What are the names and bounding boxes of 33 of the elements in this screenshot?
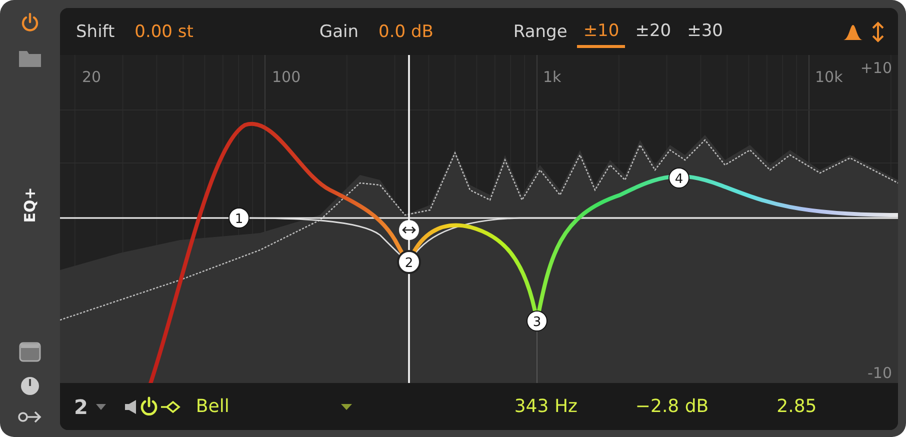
q-value[interactable]: 2.85 xyxy=(776,396,817,417)
band-node[interactable]: 4 xyxy=(668,168,690,188)
gain-label: Gain xyxy=(319,22,359,42)
caret-icon[interactable] xyxy=(96,402,106,410)
filter-type[interactable]: Bell xyxy=(196,396,230,417)
frequency-value[interactable]: 343 Hz xyxy=(514,396,578,417)
knob-icon[interactable] xyxy=(20,376,40,396)
range-tab[interactable]: ±10 xyxy=(577,15,626,48)
horizontal-arrows-icon[interactable] xyxy=(399,220,419,240)
range-tab[interactable]: ±20 xyxy=(629,15,678,48)
frequency-label: 1k xyxy=(543,68,562,86)
dropdown-caret-icon[interactable] xyxy=(341,402,352,410)
gain-value[interactable]: −2.8 dB xyxy=(635,396,709,417)
frequency-label: 10k xyxy=(815,68,843,86)
band-node[interactable]: 1 xyxy=(228,208,250,228)
device-name: EQ+ xyxy=(21,187,39,223)
decibel-label: +10 xyxy=(860,59,892,77)
band-number[interactable]: 2 xyxy=(74,394,88,418)
gain-value[interactable]: 0.0 dB xyxy=(378,22,434,42)
shift-value[interactable]: 0.00 st xyxy=(134,22,194,42)
up-down-arrow-icon[interactable] xyxy=(872,20,884,42)
shift-label: Shift xyxy=(76,22,115,42)
decibel-label: -10 xyxy=(868,364,892,382)
peak-icon[interactable] xyxy=(842,22,864,40)
range-tab[interactable]: ±30 xyxy=(681,15,729,48)
frequency-label: 100 xyxy=(272,68,301,86)
range-label: Range xyxy=(513,22,568,42)
window-icon[interactable] xyxy=(19,342,41,362)
speaker-icon[interactable] xyxy=(124,398,138,414)
folder-icon[interactable] xyxy=(18,48,42,68)
band-node[interactable]: 3 xyxy=(526,310,548,332)
frequency-label: 20 xyxy=(82,68,102,86)
output-arrow-icon[interactable] xyxy=(18,410,42,424)
